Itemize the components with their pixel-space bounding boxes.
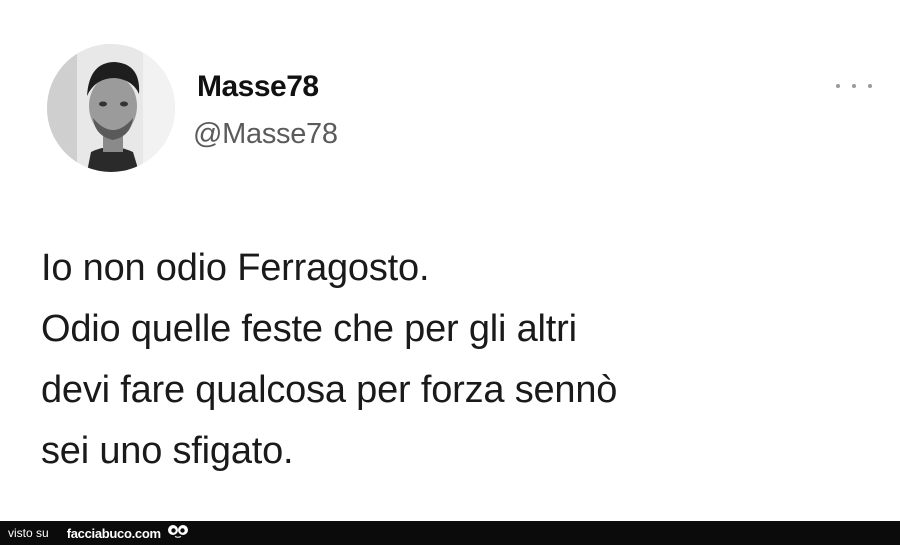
facciabuco-logo-icon — [167, 525, 188, 538]
author-name[interactable]: Masse78 — [197, 70, 319, 104]
more-dot — [852, 84, 856, 88]
author-handle[interactable]: @Masse78 — [193, 118, 338, 151]
tweet-text-line: sei uno sfigato. — [41, 430, 294, 472]
more-options-icon[interactable] — [836, 79, 872, 93]
watermark-visto-label: visto su — [8, 526, 49, 540]
watermark-bar: visto su facciabuco.com — [0, 521, 900, 545]
tweet-card: Masse78 @Masse78 Io non odio Ferragosto.… — [0, 0, 900, 521]
tweet-text-line: Io non odio Ferragosto. — [41, 247, 430, 289]
tweet-text: Io non odio Ferragosto. Odio quelle fest… — [41, 238, 881, 482]
tweet-text-line: Odio quelle feste che per gli altri — [41, 308, 577, 350]
more-dot — [868, 84, 872, 88]
avatar-photo — [47, 44, 175, 172]
tweet-text-line: devi fare qualcosa per forza sennò — [41, 369, 618, 411]
page: Masse78 @Masse78 Io non odio Ferragosto.… — [0, 0, 900, 545]
more-dot — [836, 84, 840, 88]
avatar[interactable] — [47, 44, 175, 172]
watermark-site-name[interactable]: facciabuco.com — [67, 526, 161, 541]
